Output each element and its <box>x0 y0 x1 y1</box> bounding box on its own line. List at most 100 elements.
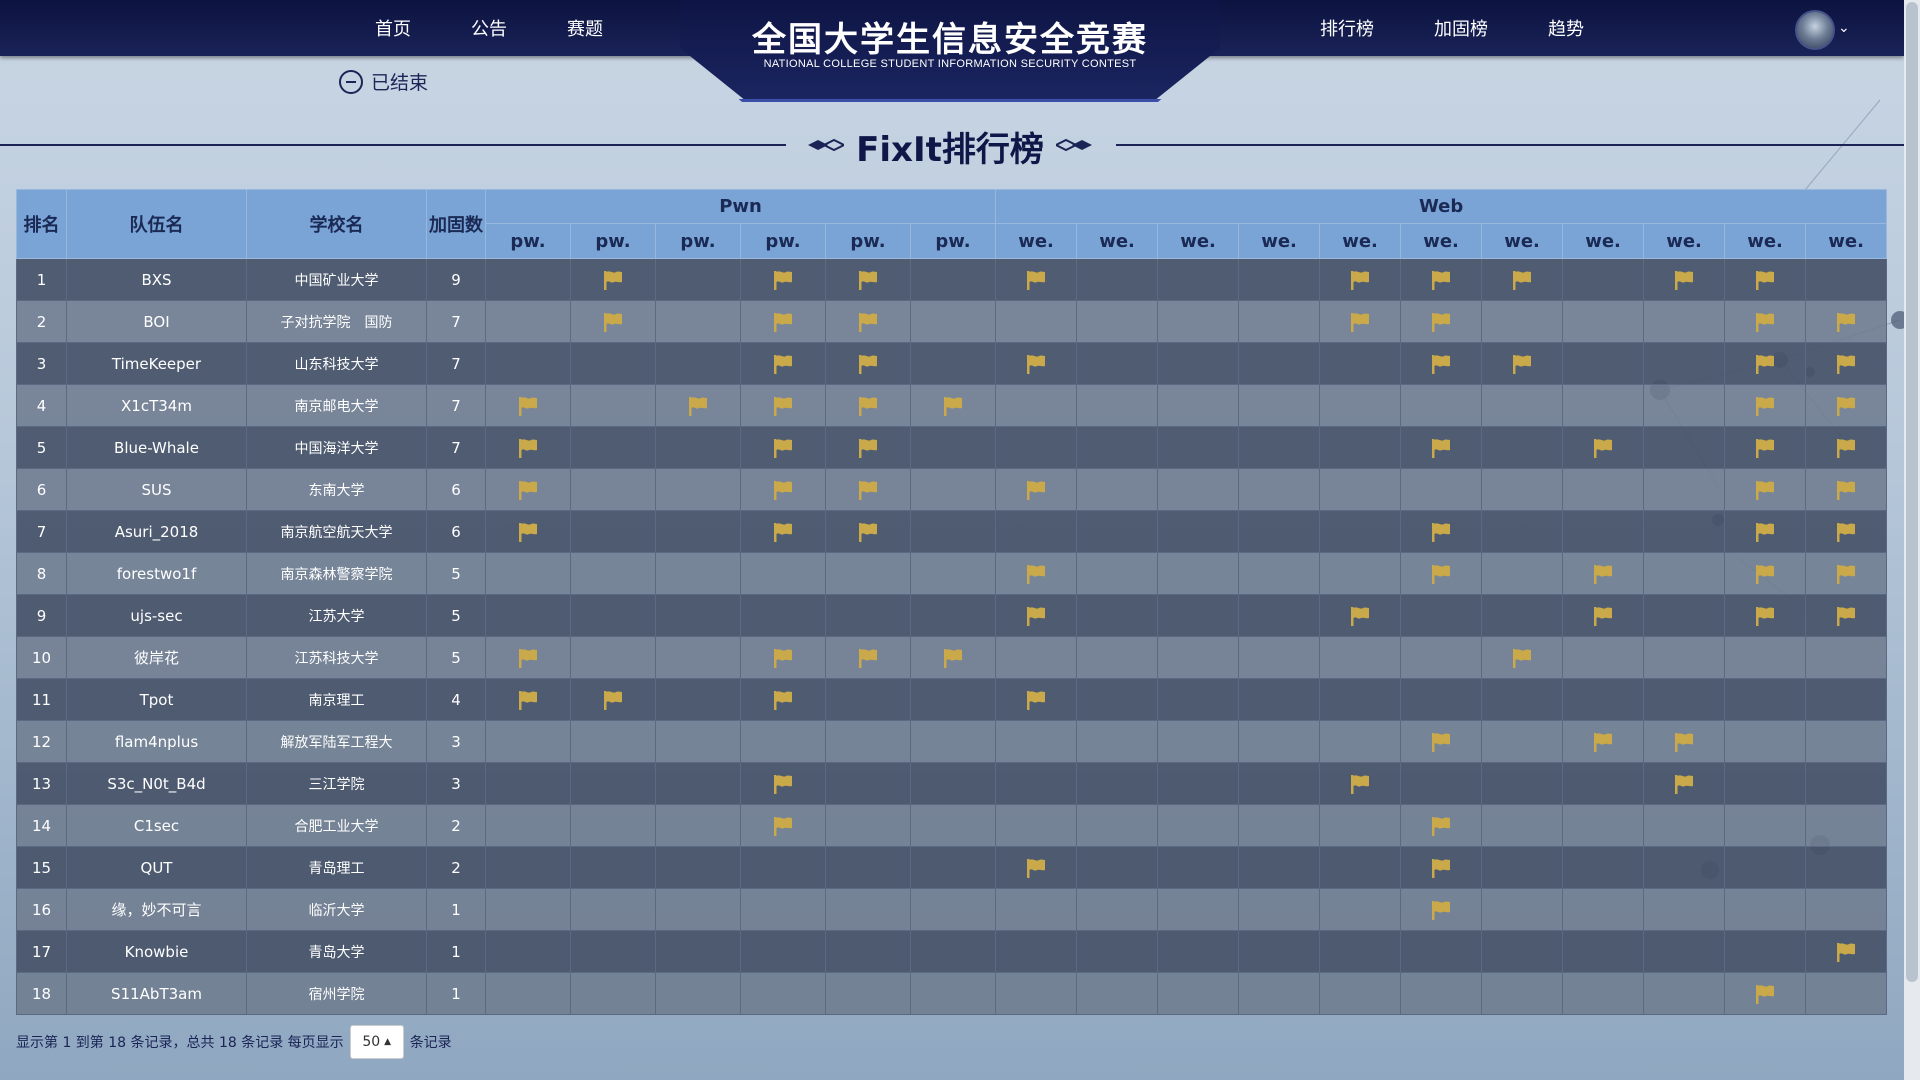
challenge-header-16[interactable]: we. <box>1805 223 1888 259</box>
challenge-cell <box>995 930 1078 973</box>
challenge-cell <box>485 762 571 805</box>
table-row: 8 forestwo1f 南京森林警察学院 5 <box>16 552 1888 595</box>
challenge-cell <box>1400 678 1483 721</box>
challenge-header-11[interactable]: we. <box>1400 223 1483 259</box>
header-fix-count[interactable]: 加固数 <box>426 189 486 259</box>
challenge-cell <box>485 384 571 427</box>
challenge-cell <box>1400 846 1483 889</box>
challenge-cell <box>740 300 826 343</box>
challenge-cell <box>1400 888 1483 931</box>
challenge-cell <box>1157 510 1240 553</box>
nav-fixit-board[interactable]: 加固榜 <box>1404 15 1518 41</box>
challenge-cell <box>1400 258 1483 301</box>
challenge-cell <box>1076 594 1159 637</box>
challenge-header-7[interactable]: we. <box>1076 223 1159 259</box>
challenge-cell <box>570 594 656 637</box>
chevron-down-icon[interactable]: ⌄ <box>1838 20 1850 36</box>
challenge-cell <box>1643 930 1726 973</box>
challenge-cell <box>1319 552 1402 595</box>
challenge-cell <box>1319 384 1402 427</box>
challenge-cell <box>740 510 826 553</box>
challenge-cell <box>1319 888 1402 931</box>
challenge-cell <box>1238 972 1321 1015</box>
nav-trend[interactable]: 趋势 <box>1518 15 1614 41</box>
nav-announcements[interactable]: 公告 <box>441 15 537 41</box>
header-school[interactable]: 学校名 <box>246 189 427 259</box>
challenge-header-9[interactable]: we. <box>1238 223 1321 259</box>
challenge-cell <box>740 426 826 469</box>
challenge-header-15[interactable]: we. <box>1724 223 1807 259</box>
page-scrollbar[interactable] <box>1904 0 1920 1080</box>
nav-home[interactable]: 首页 <box>345 15 441 41</box>
challenge-header-3[interactable]: pw. <box>740 223 826 259</box>
fix-count-cell: 5 <box>426 636 486 679</box>
challenge-cell <box>1643 384 1726 427</box>
challenge-cell <box>1400 300 1483 343</box>
challenge-header-8[interactable]: we. <box>1157 223 1240 259</box>
challenge-header-12[interactable]: we. <box>1481 223 1564 259</box>
challenge-header-14[interactable]: we. <box>1643 223 1726 259</box>
challenge-cell <box>1562 888 1645 931</box>
avatar[interactable] <box>1795 10 1835 50</box>
challenge-cell <box>995 468 1078 511</box>
challenge-header-4[interactable]: pw. <box>825 223 911 259</box>
challenge-cell <box>909 552 997 595</box>
challenge-cell <box>1724 258 1807 301</box>
header-team[interactable]: 队伍名 <box>66 189 247 259</box>
challenge-cell <box>570 930 656 973</box>
challenge-cell <box>655 258 741 301</box>
page-size-value: 50 <box>362 1034 381 1050</box>
team-cell: 缘，妙不可言 <box>66 888 247 931</box>
challenge-cell <box>570 426 656 469</box>
challenge-cell <box>995 762 1078 805</box>
challenge-cell <box>825 678 911 721</box>
team-cell: BXS <box>66 258 247 301</box>
challenge-header-1[interactable]: pw. <box>570 223 656 259</box>
page-size-select[interactable]: 50 ▲ <box>349 1025 404 1059</box>
challenge-cell <box>1562 594 1645 637</box>
challenge-cell <box>1319 426 1402 469</box>
flag-icon <box>774 270 792 290</box>
challenge-cell <box>655 636 741 679</box>
challenge-cell <box>909 384 997 427</box>
flag-icon <box>1594 732 1613 752</box>
challenge-cell <box>1805 594 1888 637</box>
challenge-cell <box>995 720 1078 763</box>
challenge-cell <box>1724 552 1807 595</box>
challenge-cell <box>1805 552 1888 595</box>
challenge-cell <box>1319 720 1402 763</box>
challenge-cell <box>485 846 571 889</box>
nav-leaderboard[interactable]: 排行榜 <box>1290 15 1404 41</box>
challenge-cell <box>1562 804 1645 847</box>
challenge-cell <box>1238 426 1321 469</box>
challenge-header-6[interactable]: we. <box>995 223 1078 259</box>
rank-cell: 9 <box>16 594 67 637</box>
challenge-cell <box>570 384 656 427</box>
challenge-cell <box>1238 720 1321 763</box>
challenge-header-0[interactable]: pw. <box>485 223 571 259</box>
header-rank[interactable]: 排名 <box>16 189 67 259</box>
school-cell: 南京邮电大学 <box>246 384 427 427</box>
challenge-header-5[interactable]: pw. <box>909 223 997 259</box>
challenge-header-13[interactable]: we. <box>1562 223 1645 259</box>
challenge-cell <box>1724 594 1807 637</box>
challenge-cell <box>655 678 741 721</box>
challenge-cell <box>1562 720 1645 763</box>
nav-challenges[interactable]: 赛题 <box>537 15 633 41</box>
scrollbar-thumb[interactable] <box>1906 2 1918 982</box>
challenge-cell <box>655 342 741 385</box>
challenge-header-10[interactable]: we. <box>1319 223 1402 259</box>
challenge-cell <box>909 762 997 805</box>
challenge-cell <box>1319 510 1402 553</box>
challenge-header-2[interactable]: pw. <box>655 223 741 259</box>
challenge-cell <box>1319 258 1402 301</box>
challenge-cell <box>1481 804 1564 847</box>
challenge-cell <box>909 594 997 637</box>
flag-icon <box>519 690 537 710</box>
challenge-cell <box>1724 342 1807 385</box>
challenge-cell <box>825 930 911 973</box>
challenge-cell <box>1157 804 1240 847</box>
challenge-cell <box>1238 762 1321 805</box>
flag-icon <box>1837 354 1856 374</box>
flag-icon <box>944 396 963 416</box>
